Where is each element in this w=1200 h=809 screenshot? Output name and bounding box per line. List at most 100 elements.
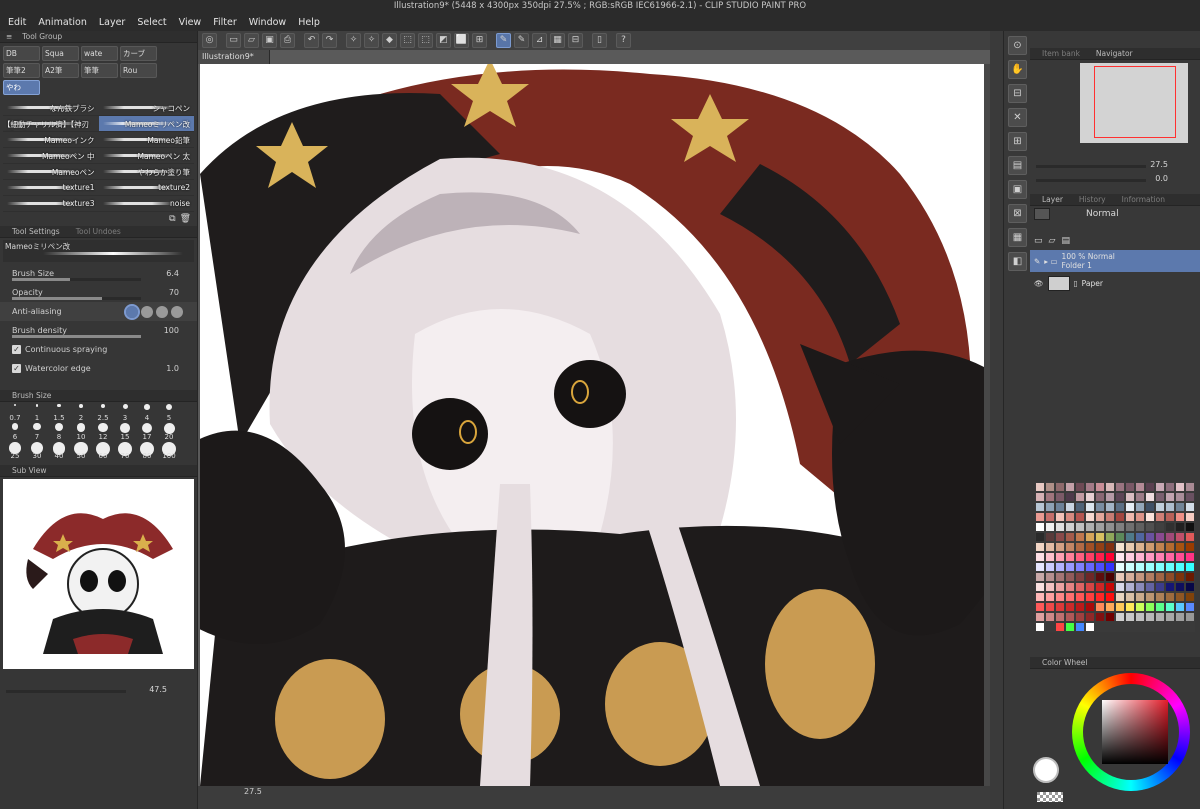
palette-swatch[interactable] xyxy=(1065,552,1075,562)
palette-swatch[interactable] xyxy=(1105,552,1115,562)
brush-size-preset[interactable]: 1 xyxy=(26,404,48,422)
palette-swatch[interactable] xyxy=(1135,572,1145,582)
palette-swatch[interactable] xyxy=(1075,542,1085,552)
palette-swatch[interactable] xyxy=(1145,602,1155,612)
palette-swatch[interactable] xyxy=(1095,602,1105,612)
brush-item[interactable]: texture2 xyxy=(98,180,194,196)
palette-swatch[interactable] xyxy=(1175,502,1185,512)
palette-swatch[interactable] xyxy=(1185,612,1195,622)
brush-size-preset[interactable]: 100 xyxy=(158,442,180,460)
palette-swatch[interactable] xyxy=(1115,582,1125,592)
tab-item-bank[interactable]: Item bank xyxy=(1036,48,1086,60)
palette-swatch[interactable] xyxy=(1065,482,1075,492)
palette-swatch[interactable] xyxy=(1045,582,1055,592)
palette-swatch[interactable] xyxy=(1155,502,1165,512)
print-icon[interactable]: ⎙ xyxy=(280,33,295,48)
brush-size-preset[interactable]: 0.7 xyxy=(4,404,26,422)
menu-animation[interactable]: Animation xyxy=(34,17,94,28)
palette-swatch[interactable] xyxy=(1075,532,1085,542)
palette-swatch[interactable] xyxy=(1095,552,1105,562)
brush-size-preset[interactable]: 3 xyxy=(114,404,136,422)
palette-swatch[interactable] xyxy=(1045,492,1055,502)
palette-swatch[interactable] xyxy=(1105,572,1115,582)
brush-item[interactable]: やわらか塗り筆 xyxy=(98,164,194,180)
tab-tool-undoes[interactable]: Tool Undoes xyxy=(70,226,127,238)
palette-swatch[interactable] xyxy=(1065,582,1075,592)
palette-swatch[interactable] xyxy=(1065,562,1075,572)
palette-swatch[interactable] xyxy=(1045,542,1055,552)
palette-swatch[interactable] xyxy=(1035,562,1045,572)
palette-swatch[interactable] xyxy=(1085,592,1095,602)
palette-swatch[interactable] xyxy=(1125,522,1135,532)
antialias-none-icon[interactable] xyxy=(124,303,140,320)
palette-swatch[interactable] xyxy=(1075,622,1085,632)
brush-item[interactable]: Mameoペン 太 xyxy=(98,148,194,164)
brush-size-preset[interactable]: 17 xyxy=(136,423,158,441)
palette-swatch[interactable] xyxy=(1155,562,1165,572)
palette-swatch[interactable] xyxy=(1125,532,1135,542)
palette-swatch[interactable] xyxy=(1185,532,1195,542)
palette-swatch[interactable] xyxy=(1165,602,1175,612)
palette-swatch[interactable] xyxy=(1105,612,1115,622)
palette-swatch[interactable] xyxy=(1115,492,1125,502)
palette-swatch[interactable] xyxy=(1185,622,1195,632)
palette-swatch[interactable] xyxy=(1165,562,1175,572)
brush-size-preset[interactable]: 60 xyxy=(92,442,114,460)
palette-swatch[interactable] xyxy=(1035,542,1045,552)
tab-tool-group[interactable]: Tool Group xyxy=(16,31,68,43)
brush-size-preset[interactable]: 30 xyxy=(26,442,48,460)
palette-swatch[interactable] xyxy=(1125,492,1135,502)
brush-size-preset[interactable]: 10 xyxy=(70,423,92,441)
palette-swatch[interactable] xyxy=(1145,532,1155,542)
sub-view-zoom-slider[interactable] xyxy=(6,690,126,693)
palette-swatch[interactable] xyxy=(1105,482,1115,492)
palette-swatch[interactable] xyxy=(1145,562,1155,572)
palette-swatch[interactable] xyxy=(1125,502,1135,512)
palette-swatch[interactable] xyxy=(1175,572,1185,582)
visibility-eye-icon[interactable]: 👁 xyxy=(1034,279,1044,288)
palette-swatch[interactable] xyxy=(1175,602,1185,612)
palette-swatch[interactable] xyxy=(1105,622,1115,632)
palette-swatch[interactable] xyxy=(1055,482,1065,492)
palette-swatch[interactable] xyxy=(1035,532,1045,542)
palette-swatch[interactable] xyxy=(1135,482,1145,492)
palette-swatch[interactable] xyxy=(1065,622,1075,632)
palette-swatch[interactable] xyxy=(1035,512,1045,522)
palette-swatch[interactable] xyxy=(1135,622,1145,632)
palette-swatch[interactable] xyxy=(1085,522,1095,532)
palette-swatch[interactable] xyxy=(1035,552,1045,562)
invert-selection-icon[interactable]: ◩ xyxy=(436,33,451,48)
zoom-icon[interactable]: ⊙ xyxy=(1008,36,1027,55)
watercolor-edge-checkbox[interactable]: ✓ xyxy=(12,364,21,373)
new-folder-icon[interactable]: ▤ xyxy=(1061,236,1070,250)
canvas-zoom-value[interactable]: 27.5 xyxy=(244,787,262,796)
palette-swatch[interactable] xyxy=(1045,602,1055,612)
brush-density-value[interactable]: 100 xyxy=(164,326,179,335)
quick-access-icon[interactable]: ◧ xyxy=(1008,252,1027,271)
timeline-icon[interactable]: ▦ xyxy=(1008,228,1027,247)
layer-color-icon[interactable] xyxy=(1034,208,1050,220)
palette-swatch[interactable] xyxy=(1055,572,1065,582)
palette-swatch[interactable] xyxy=(1035,522,1045,532)
palette-swatch[interactable] xyxy=(1095,622,1105,632)
delete-subtool-icon[interactable]: 🗑 xyxy=(180,214,191,224)
palette-swatch[interactable] xyxy=(1055,612,1065,622)
palette-swatch[interactable] xyxy=(1055,622,1065,632)
help-icon[interactable]: ? xyxy=(616,33,631,48)
palette-swatch[interactable] xyxy=(1065,572,1075,582)
antialias-medium-icon[interactable] xyxy=(156,305,168,318)
palette-swatch[interactable] xyxy=(1055,532,1065,542)
palette-swatch[interactable] xyxy=(1085,512,1095,522)
palette-swatch[interactable] xyxy=(1075,562,1085,572)
saturation-value-square[interactable] xyxy=(1102,700,1168,764)
navigator-zoom-value[interactable]: 27.5 xyxy=(1150,160,1168,169)
palette-swatch[interactable] xyxy=(1135,562,1145,572)
palette-swatch[interactable] xyxy=(1115,532,1125,542)
palette-swatch[interactable] xyxy=(1045,562,1055,572)
palette-swatch[interactable] xyxy=(1145,542,1155,552)
palette-swatch[interactable] xyxy=(1055,522,1065,532)
layer-property-icon[interactable]: ⊟ xyxy=(1008,84,1027,103)
palette-swatch[interactable] xyxy=(1145,592,1155,602)
palette-swatch[interactable] xyxy=(1095,532,1105,542)
palette-swatch[interactable] xyxy=(1135,582,1145,592)
